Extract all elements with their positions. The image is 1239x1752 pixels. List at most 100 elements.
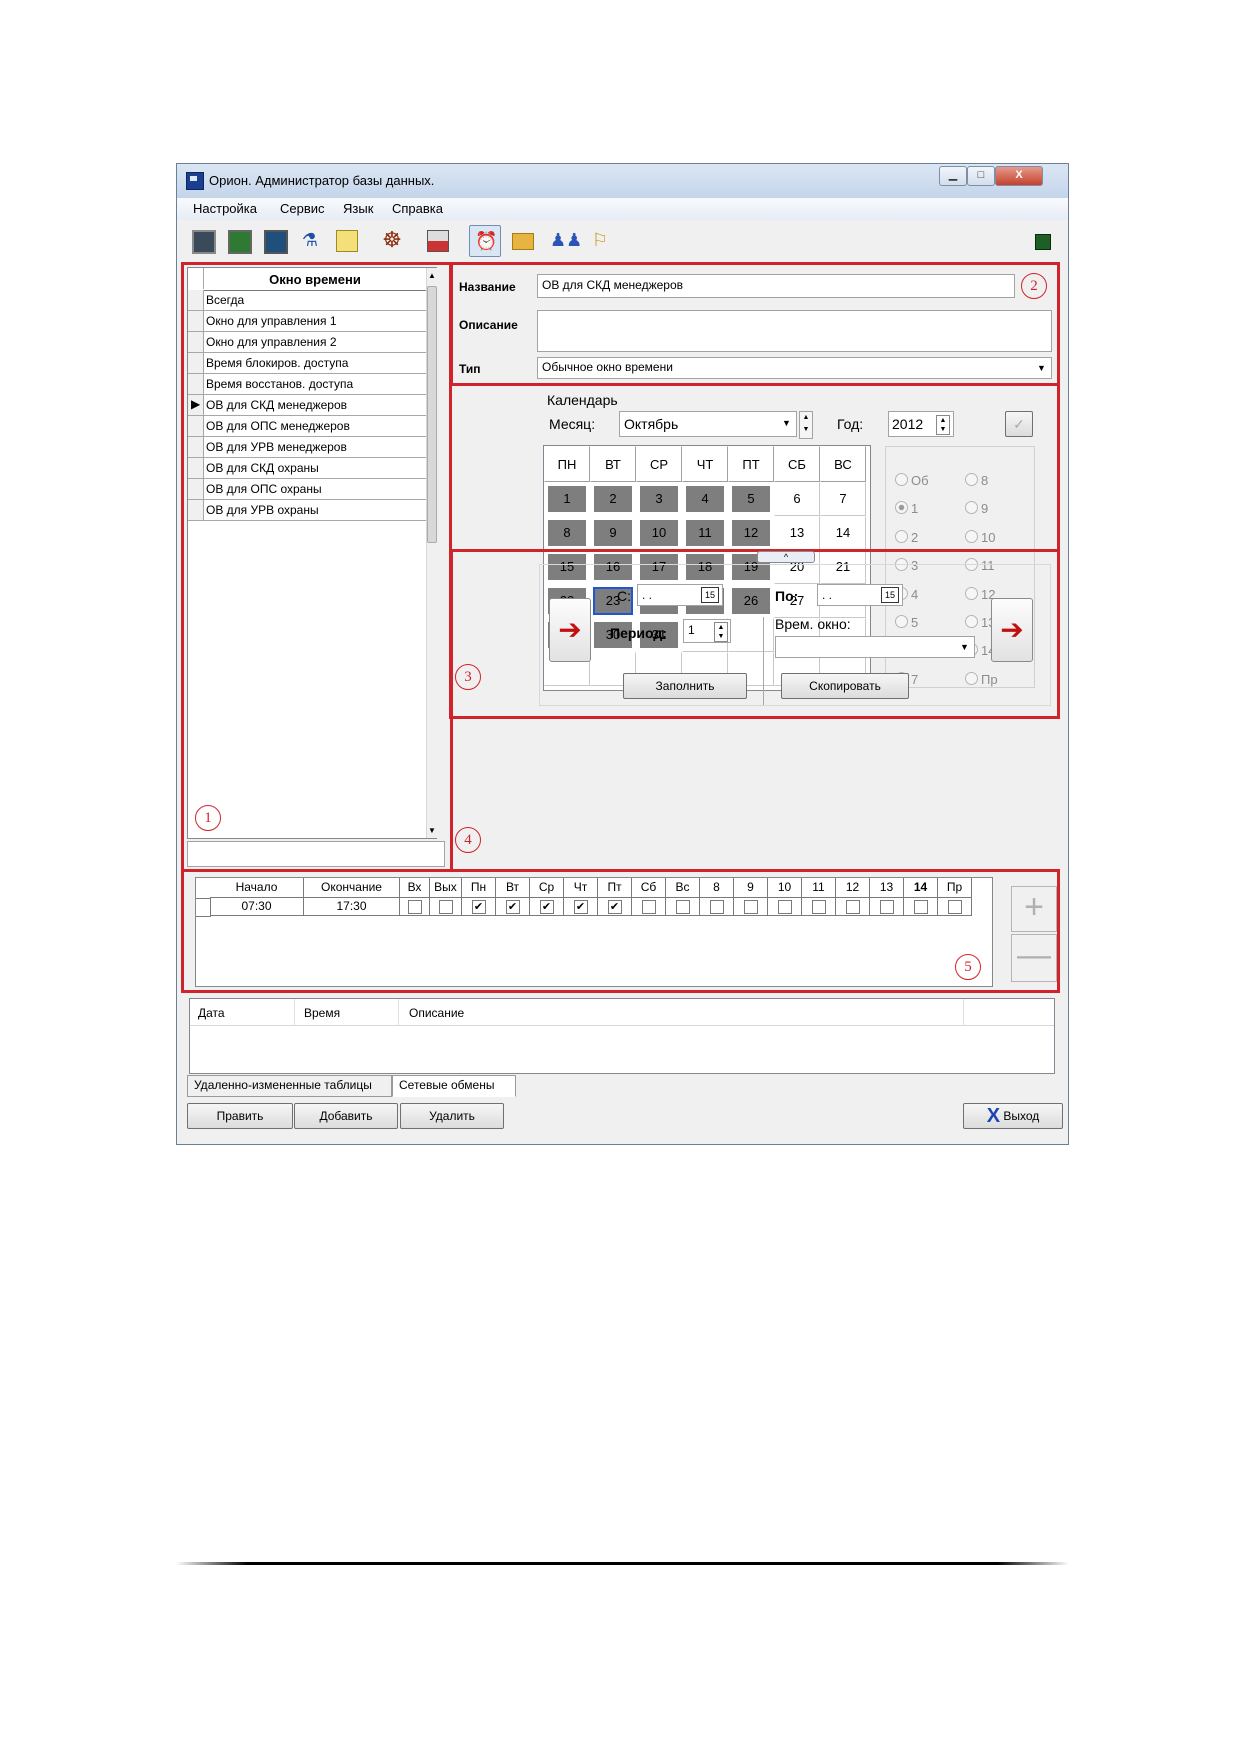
calendar-day[interactable]: 10 — [636, 516, 682, 550]
person-button[interactable]: ⚗ — [295, 225, 325, 255]
maximize-button[interactable]: □ — [967, 166, 995, 186]
users-button[interactable]: ♟♟ — [545, 225, 582, 255]
type-select[interactable]: Обычное окно времени ▼ — [537, 357, 1052, 379]
chevron-down-icon[interactable]: ▼ — [957, 639, 972, 655]
day-checkbox[interactable] — [811, 899, 826, 914]
interval-column-header[interactable]: Вс — [666, 878, 700, 898]
interval-column-header[interactable]: Начало — [210, 878, 304, 898]
menu-help[interactable]: Справка — [392, 201, 443, 216]
interval-column-header[interactable]: Чт — [564, 878, 598, 898]
day-checkbox[interactable] — [438, 899, 453, 914]
day-checkbox[interactable] — [407, 899, 422, 914]
day-checkbox[interactable] — [641, 899, 656, 914]
calendar-day[interactable]: 1 — [544, 482, 590, 516]
day-checkbox[interactable] — [879, 899, 894, 914]
chevron-down-icon[interactable]: ▼ — [1034, 360, 1049, 376]
interval-end-cell[interactable]: 17:30 — [304, 898, 400, 916]
menu-language[interactable]: Язык — [343, 201, 373, 216]
document-button[interactable] — [331, 225, 361, 255]
menu-service[interactable]: Сервис — [280, 201, 325, 216]
interval-column-header[interactable]: Ср — [530, 878, 564, 898]
month-spinner[interactable]: ▲ ▼ — [799, 411, 813, 439]
interval-column-header[interactable]: Пт — [598, 878, 632, 898]
interval-column-header[interactable]: 11 — [802, 878, 836, 898]
log-col-time[interactable]: Время — [304, 1006, 340, 1020]
interval-column-header[interactable]: Пр — [938, 878, 972, 898]
interval-column-header[interactable]: 10 — [768, 878, 802, 898]
interval-column-header[interactable]: Вх — [400, 878, 430, 898]
list-filter-input[interactable] — [187, 841, 445, 867]
interval-column-header[interactable]: Вт — [496, 878, 530, 898]
interval-column-header[interactable]: 8 — [700, 878, 734, 898]
clock-printer-button[interactable] — [422, 225, 452, 255]
calendar-day[interactable]: 7 — [820, 482, 866, 516]
interval-column-header[interactable]: Окончание — [304, 878, 400, 898]
to-date-field[interactable]: . . 15 — [817, 584, 903, 606]
day-checkbox[interactable] — [947, 899, 962, 914]
remove-interval-button[interactable]: — — [1011, 934, 1057, 982]
close-button[interactable]: X — [995, 166, 1043, 186]
month-select[interactable]: Октябрь ▼ — [619, 411, 797, 437]
year-spinner[interactable]: 2012 ▲ ▼ — [888, 411, 954, 437]
list-item[interactable]: ОВ для ОПС менеджеров — [188, 416, 426, 437]
time-window-button[interactable]: ⏰ — [469, 225, 501, 257]
scroll-up-icon[interactable]: ▲ — [428, 271, 436, 280]
list-item[interactable]: ОВ для СКД охраны — [188, 458, 426, 479]
folder-button[interactable] — [507, 225, 537, 255]
day-type-radio[interactable]: 10 — [965, 529, 995, 545]
tab-network-exchanges[interactable]: Сетевые обмены — [392, 1075, 516, 1097]
calendar-day[interactable]: 14 — [820, 516, 866, 550]
arrow-right-button[interactable]: ➔ — [991, 598, 1033, 662]
calendar-day[interactable]: 3 — [636, 482, 682, 516]
interval-column-header[interactable]: Вых — [430, 878, 462, 898]
period-field[interactable]: 1 ▲ ▼ — [683, 619, 731, 643]
title-bar[interactable]: Орион. Администратор базы данных. ▁ □ X — [177, 164, 1068, 199]
log-col-date[interactable]: Дата — [198, 1006, 225, 1020]
year-spinner-arrows[interactable]: ▲ ▼ — [936, 415, 950, 435]
description-field[interactable] — [537, 310, 1052, 352]
day-checkbox[interactable]: ✔ — [539, 899, 554, 914]
calendar-apply-icon[interactable]: ✓ — [1005, 411, 1033, 437]
calendar-day[interactable]: 12 — [728, 516, 774, 550]
log-col-description[interactable]: Описание — [409, 1006, 464, 1020]
minimize-button[interactable]: ▁ — [939, 166, 967, 186]
day-checkbox[interactable] — [675, 899, 690, 914]
day-type-radio[interactable]: 8 — [965, 473, 988, 488]
list-item[interactable]: ОВ для УРВ охраны — [188, 500, 426, 521]
calendar-day[interactable]: 2 — [590, 482, 636, 516]
from-date-field[interactable]: . . 15 — [637, 584, 723, 606]
calendar-day[interactable]: 6 — [774, 482, 820, 516]
day-type-radio[interactable]: 2 — [895, 529, 918, 545]
calendar-day[interactable]: 13 — [774, 516, 820, 550]
day-checkbox[interactable] — [743, 899, 758, 914]
interval-column-header[interactable]: 13 — [870, 878, 904, 898]
scroll-down-icon[interactable]: ▼ — [428, 826, 436, 835]
list-item[interactable]: Время восстанов. доступа — [188, 374, 426, 395]
calendar-icon[interactable]: 15 — [701, 587, 719, 603]
list-item[interactable]: ОВ для УРВ менеджеров — [188, 437, 426, 458]
day-checkbox[interactable] — [913, 899, 928, 914]
interval-column-header[interactable]: 12 — [836, 878, 870, 898]
list-scrollbar[interactable]: ▲ ▼ — [426, 268, 437, 838]
chevron-down-icon[interactable]: ▼ — [779, 414, 794, 434]
list-item[interactable]: Всегда — [188, 290, 426, 311]
day-checkbox[interactable] — [777, 899, 792, 914]
day-checkbox[interactable]: ✔ — [505, 899, 520, 914]
interval-start-cell[interactable]: 07:30 — [210, 898, 304, 916]
interval-column-header[interactable]: 14 — [904, 878, 938, 898]
tab-remote-tables[interactable]: Удаленно-измененные таблицы — [187, 1075, 392, 1097]
helm-button[interactable]: ☸ — [377, 225, 407, 255]
exit-button[interactable]: X Выход — [963, 1103, 1063, 1129]
calendar-day[interactable]: 11 — [682, 516, 728, 550]
calendar-day[interactable]: 8 — [544, 516, 590, 550]
scroll-thumb[interactable] — [427, 286, 437, 543]
time-window-select[interactable]: ▼ — [775, 636, 975, 658]
day-checkbox[interactable] — [845, 899, 860, 914]
list-item[interactable]: Время блокиров. доступа — [188, 353, 426, 374]
list-item[interactable]: Окно для управления 1 — [188, 311, 426, 332]
day-checkbox[interactable]: ✔ — [573, 899, 588, 914]
calendar-icon[interactable]: 15 — [881, 587, 899, 603]
list-item[interactable]: Окно для управления 2 — [188, 332, 426, 353]
add-interval-button[interactable]: + — [1011, 886, 1057, 932]
menu-settings[interactable]: Настройка — [193, 201, 257, 216]
